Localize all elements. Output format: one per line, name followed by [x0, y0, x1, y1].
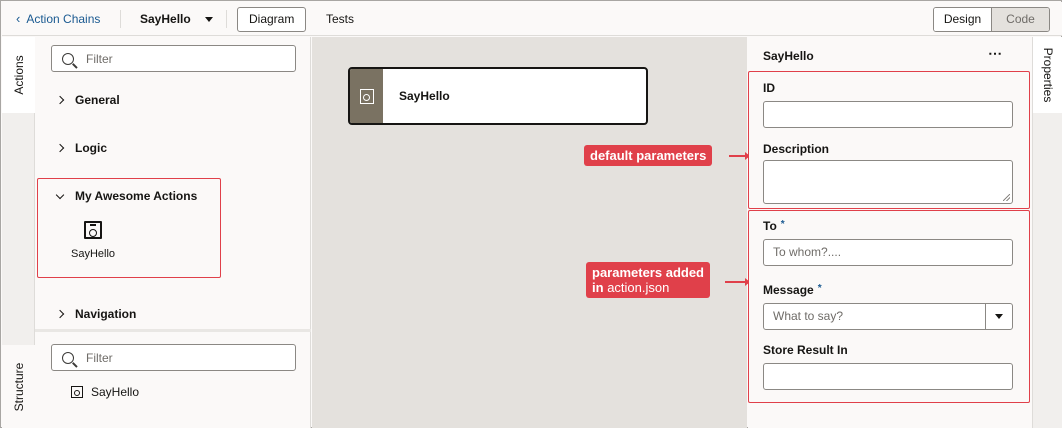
message-label-text: Message [763, 283, 814, 297]
action-node-sayhello[interactable]: SayHello [348, 67, 648, 125]
code-mode-button[interactable]: Code [992, 8, 1049, 31]
actions-filter-input[interactable]: Filter [51, 45, 296, 72]
store-result-label: Store Result In [763, 343, 848, 357]
chevron-right-icon [55, 143, 65, 153]
tab-diagram[interactable]: Diagram [237, 7, 307, 32]
back-link[interactable]: ‹ Action Chains [16, 12, 100, 26]
callout-text-line2: in action.json [592, 280, 704, 295]
node-icon-strip [350, 69, 383, 123]
id-field[interactable] [763, 101, 1013, 128]
chevron-down-icon [55, 190, 65, 199]
store-result-field[interactable] [763, 363, 1013, 390]
to-placeholder: To whom?.... [773, 245, 842, 259]
callout-arrow [729, 152, 750, 160]
description-field[interactable] [763, 160, 1013, 204]
filter-placeholder: Filter [86, 350, 113, 365]
callout-arrow [725, 278, 750, 286]
message-placeholder: What to say? [773, 309, 844, 323]
design-mode-button[interactable]: Design [934, 8, 992, 31]
structure-item-sayhello[interactable]: SayHello [71, 385, 139, 399]
top-toolbar: ‹ Action Chains SayHello Diagram Tests D… [2, 2, 1062, 36]
tab-actions-label: Actions [11, 55, 26, 95]
back-link-label: Action Chains [26, 12, 101, 26]
action-item-sayhello[interactable]: SayHello [68, 221, 118, 260]
description-label: Description [763, 142, 830, 156]
chain-selector[interactable]: SayHello [140, 12, 213, 26]
properties-panel: SayHello ⋯ ID Description To * To whom?..… [748, 37, 1032, 428]
category-label: Logic [75, 141, 107, 155]
chevron-right-icon [55, 309, 65, 319]
callout-text: default parameters [590, 148, 707, 163]
search-icon [62, 52, 74, 65]
callout-text: in [592, 280, 604, 295]
required-marker: * [817, 283, 822, 294]
message-label: Message * [763, 283, 822, 297]
tab-tests[interactable]: Tests [314, 7, 366, 32]
id-label: ID [763, 81, 775, 95]
tab-structure[interactable]: Structure [2, 345, 35, 428]
to-label-text: To [763, 219, 777, 233]
properties-title: SayHello [763, 49, 814, 63]
structure-filter-input[interactable]: Filter [51, 344, 296, 371]
panel-splitter[interactable] [35, 329, 311, 332]
resize-grip-icon[interactable] [1003, 194, 1010, 201]
view-mode-toggle: Design Code [933, 7, 1050, 32]
actions-palette: Filter General Logic My Awesome Actions … [35, 37, 311, 428]
to-label: To * [763, 219, 785, 233]
custom-action-icon [84, 221, 102, 239]
chain-name-label: SayHello [140, 12, 191, 26]
category-navigation[interactable]: Navigation [55, 307, 137, 321]
chevron-right-icon [55, 95, 65, 105]
structure-item-label: SayHello [91, 385, 140, 399]
tab-structure-label: Structure [11, 362, 26, 411]
dropdown-button[interactable] [985, 304, 1012, 329]
node-label: SayHello [399, 89, 450, 103]
tab-properties-label: Properties [1041, 47, 1055, 103]
right-vertical-tabs: Properties [1032, 37, 1062, 428]
divider [226, 10, 227, 28]
more-options-icon[interactable]: ⋯ [988, 45, 1003, 62]
category-label: My Awesome Actions [75, 189, 198, 203]
category-my-awesome-actions[interactable]: My Awesome Actions [55, 189, 198, 203]
chevron-left-icon: ‹ [16, 11, 21, 26]
action-item-label: SayHello [70, 248, 116, 260]
app-window: ‹ Action Chains SayHello Diagram Tests D… [0, 0, 1062, 428]
tab-properties[interactable]: Properties [1033, 37, 1062, 113]
custom-action-icon [359, 88, 374, 104]
to-field[interactable]: To whom?.... [763, 239, 1013, 266]
category-logic[interactable]: Logic [55, 141, 107, 155]
category-label: General [75, 93, 120, 107]
divider [120, 10, 121, 28]
message-select[interactable]: What to say? [763, 303, 1013, 330]
diagram-canvas[interactable]: SayHello [312, 37, 747, 428]
custom-action-icon [71, 386, 83, 398]
caret-down-icon [995, 314, 1003, 319]
search-icon [62, 351, 74, 364]
tab-actions[interactable]: Actions [2, 37, 36, 113]
category-label: Navigation [75, 307, 137, 321]
filter-placeholder: Filter [86, 51, 113, 66]
caret-down-icon [204, 16, 213, 22]
required-marker: * [780, 219, 785, 230]
category-general[interactable]: General [55, 93, 120, 107]
callout-filename: action.json [607, 280, 670, 295]
callout-default-parameters: default parameters [584, 145, 713, 166]
callout-added-parameters: parameters added in action.json [586, 262, 710, 298]
callout-text: parameters added [592, 265, 704, 280]
left-vertical-tabs: Actions Structure [2, 37, 36, 428]
